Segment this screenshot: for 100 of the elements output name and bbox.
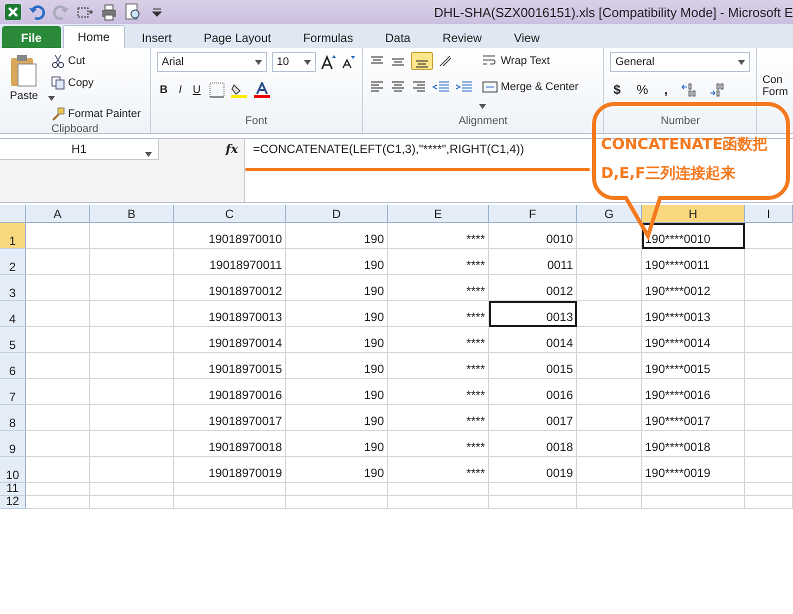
table-cell[interactable]: [90, 301, 174, 327]
row-header[interactable]: 6: [0, 353, 26, 379]
table-cell[interactable]: 190****0017: [642, 405, 745, 431]
shrink-font-icon[interactable]: [342, 55, 356, 69]
table-cell[interactable]: [577, 353, 642, 379]
table-cell[interactable]: ****: [388, 379, 489, 405]
column-header[interactable]: B: [90, 205, 174, 223]
table-cell[interactable]: 0014: [489, 327, 577, 353]
table-cell[interactable]: ****: [388, 353, 489, 379]
table-cell[interactable]: 0010: [489, 223, 577, 249]
ribbon-tab[interactable]: Insert: [126, 26, 187, 48]
table-cell[interactable]: 190****0014: [642, 327, 745, 353]
align-right-icon[interactable]: [410, 80, 427, 94]
table-cell[interactable]: [388, 496, 489, 509]
merge-center-button[interactable]: Merge & Center: [478, 78, 582, 96]
table-cell[interactable]: [26, 483, 90, 496]
table-cell[interactable]: [745, 405, 793, 431]
column-header[interactable]: D: [286, 205, 388, 223]
table-cell[interactable]: [90, 327, 174, 353]
table-cell[interactable]: [90, 249, 174, 275]
table-cell[interactable]: [577, 379, 642, 405]
font-color-icon[interactable]: [252, 82, 271, 98]
row-header[interactable]: 9: [0, 431, 26, 457]
table-cell[interactable]: 19018970013: [174, 301, 286, 327]
table-cell[interactable]: [26, 301, 90, 327]
row-header[interactable]: 3: [0, 275, 26, 301]
bold-button[interactable]: B: [156, 82, 171, 98]
column-header[interactable]: A: [26, 205, 90, 223]
number-format-field[interactable]: General: [610, 52, 750, 72]
table-cell[interactable]: 190: [286, 301, 388, 327]
align-center-icon[interactable]: [390, 80, 406, 94]
table-cell[interactable]: 190: [286, 223, 388, 249]
ribbon-tab[interactable]: View: [498, 26, 555, 48]
table-cell[interactable]: 19018970017: [174, 405, 286, 431]
row-header[interactable]: 11: [0, 483, 26, 496]
table-cell[interactable]: ****: [388, 457, 489, 483]
column-header[interactable]: F: [489, 205, 577, 223]
table-cell[interactable]: [90, 353, 174, 379]
table-cell[interactable]: [26, 457, 90, 483]
paste-button[interactable]: Paste: [6, 52, 42, 123]
table-cell[interactable]: [745, 301, 793, 327]
table-cell[interactable]: 19018970014: [174, 327, 286, 353]
ribbon-tab[interactable]: Data: [370, 26, 426, 48]
caret-icon[interactable]: [48, 96, 55, 101]
table-cell[interactable]: 190****0019: [642, 457, 745, 483]
table-cell[interactable]: 190****0013: [642, 301, 745, 327]
currency-button[interactable]: $: [610, 80, 624, 99]
clipboard-icon[interactable]: [9, 54, 39, 88]
select-all-button[interactable]: [0, 205, 26, 223]
row-header[interactable]: 10: [0, 457, 26, 483]
align-left-icon[interactable]: [368, 80, 385, 94]
caret-icon[interactable]: [254, 60, 262, 64]
caret-icon[interactable]: [478, 104, 486, 109]
table-cell[interactable]: [577, 431, 642, 457]
table-cell[interactable]: [26, 275, 90, 301]
column-header[interactable]: H: [642, 205, 745, 223]
column-header[interactable]: C: [174, 205, 286, 223]
grow-font-icon[interactable]: [320, 54, 337, 70]
table-cell[interactable]: [174, 483, 286, 496]
formula-field[interactable]: =CONCATENATE(LEFT(C1,3),"****",RIGHT(C1,4)): [244, 139, 589, 202]
table-cell[interactable]: 190: [286, 431, 388, 457]
table-cell[interactable]: 0013: [489, 301, 577, 327]
table-cell[interactable]: 190****0012: [642, 275, 745, 301]
caret-icon[interactable]: [738, 60, 746, 64]
table-cell[interactable]: 190: [286, 457, 388, 483]
table-cell[interactable]: [90, 483, 174, 496]
table-cell[interactable]: 0016: [489, 379, 577, 405]
cut-button[interactable]: Cut: [48, 52, 144, 70]
table-cell[interactable]: [577, 496, 642, 509]
column-header[interactable]: G: [577, 205, 642, 223]
table-cell[interactable]: 0011: [489, 249, 577, 275]
comma-button[interactable]: ,: [661, 80, 671, 99]
table-cell[interactable]: 0012: [489, 275, 577, 301]
table-cell[interactable]: 190****0018: [642, 431, 745, 457]
table-cell[interactable]: [745, 496, 793, 509]
paintbrush-icon[interactable]: [51, 107, 65, 121]
table-cell[interactable]: ****: [388, 223, 489, 249]
increase-indent-icon[interactable]: [454, 80, 473, 94]
conditional-formatting-button[interactable]: Con Form: [759, 72, 791, 100]
decrease-indent-icon[interactable]: [432, 80, 450, 94]
table-cell[interactable]: 0018: [489, 431, 577, 457]
table-cell[interactable]: [90, 379, 174, 405]
table-cell[interactable]: [577, 457, 642, 483]
table-cell[interactable]: [577, 327, 642, 353]
font-name-field[interactable]: Arial: [156, 52, 267, 72]
table-cell[interactable]: [90, 275, 174, 301]
table-cell[interactable]: [577, 405, 642, 431]
table-cell[interactable]: 190****0015: [642, 353, 745, 379]
table-cell[interactable]: [577, 301, 642, 327]
ribbon-tab[interactable]: Review: [427, 26, 497, 48]
insert-function-button[interactable]: fx: [159, 139, 244, 202]
ribbon-tab[interactable]: Page Layout: [188, 26, 286, 48]
table-cell[interactable]: [489, 496, 577, 509]
ribbon-tab[interactable]: Formulas: [288, 26, 368, 48]
table-cell[interactable]: [745, 379, 793, 405]
format-painter-button[interactable]: Format Painter: [48, 105, 144, 123]
table-cell[interactable]: [745, 431, 793, 457]
table-cell[interactable]: [90, 223, 174, 249]
table-cell[interactable]: ****: [388, 301, 489, 327]
ribbon-tab[interactable]: Home: [62, 25, 125, 48]
